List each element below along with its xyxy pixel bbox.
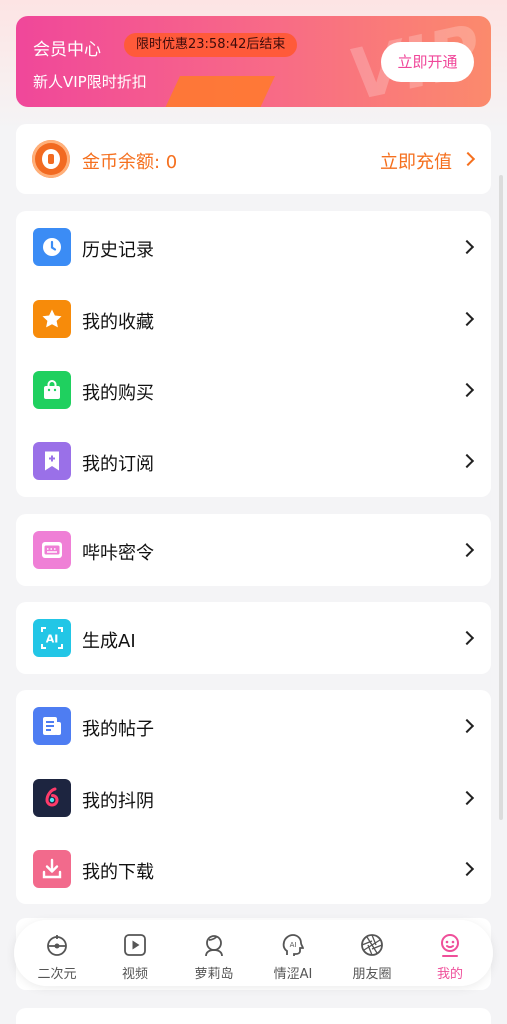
chevron-right-icon <box>459 453 475 469</box>
chevron-right-icon <box>459 861 475 877</box>
menu-item-secret-code[interactable]: 哔咔密令 <box>16 514 491 586</box>
menu-item-purchases[interactable]: 我的购买 <box>16 354 491 426</box>
recharge-link[interactable]: 立即充值 <box>380 148 452 174</box>
video-icon <box>124 934 146 956</box>
ai-icon: AI <box>33 619 71 657</box>
chevron-right-icon <box>459 382 475 398</box>
banner-decoration <box>152 76 275 107</box>
menu-item-history[interactable]: 历史记录 <box>16 211 491 283</box>
shopping-bag-icon <box>33 371 71 409</box>
bookmark-icon <box>33 442 71 480</box>
chevron-right-icon <box>459 311 475 327</box>
tab-label: 视频 <box>121 967 148 982</box>
menu-item-favorites[interactable]: 我的收藏 <box>16 283 491 355</box>
svg-text:AI: AI <box>290 941 297 949</box>
menu-item-label: 我的帖子 <box>82 719 154 740</box>
svg-text:AI: AI <box>46 633 59 646</box>
scrollbar[interactable] <box>499 175 503 820</box>
menu-item-label: 我的收藏 <box>82 312 154 333</box>
chevron-right-icon <box>459 630 475 646</box>
menu-group-library: 历史记录 我的收藏 我的购买 我的订阅 <box>16 211 491 497</box>
menu-item-label: 我的下载 <box>82 862 154 883</box>
vip-subtitle: 新人VIP限时折扣 <box>33 73 147 91</box>
menu-item-label: 哔咔密令 <box>82 543 154 564</box>
bottom-tab-bar: 二次元 视频 萝莉岛 AI 情涩AI 朋友圈 我的 <box>14 920 493 986</box>
keyboard-icon <box>33 531 71 569</box>
tiktok-icon <box>33 779 71 817</box>
vip-banner[interactable]: VIP 会员中心 限时优惠23:58:42后结束 新人VIP限时折扣 立即开通 <box>16 16 491 107</box>
menu-item-label: 我的抖阴 <box>82 791 154 812</box>
tab-label: 我的 <box>436 967 463 982</box>
menu-item-label: 生成AI <box>82 631 136 652</box>
history-icon <box>33 228 71 266</box>
coin-icon <box>32 140 70 178</box>
vip-title: 会员中心 <box>33 40 101 60</box>
star-icon <box>33 300 71 338</box>
tab-label: 二次元 <box>37 967 77 982</box>
chevron-right-icon <box>459 718 475 734</box>
menu-group-ai: AI 生成AI <box>16 602 491 674</box>
menu-item-generate-ai[interactable]: AI 生成AI <box>16 602 491 674</box>
profile-icon <box>441 934 459 957</box>
download-icon <box>33 850 71 888</box>
chevron-right-icon <box>460 151 476 167</box>
chevron-right-icon <box>459 239 475 255</box>
menu-item-label: 历史记录 <box>82 240 154 261</box>
tab-label: 朋友圈 <box>352 967 392 982</box>
tab-anime[interactable]: 二次元 <box>22 928 92 984</box>
chevron-right-icon <box>459 542 475 558</box>
menu-item-posts[interactable]: 我的帖子 <box>16 690 491 762</box>
tab-video[interactable]: 视频 <box>100 928 170 984</box>
menu-group-bottom-partial <box>16 1008 491 1024</box>
post-icon <box>33 707 71 745</box>
tab-mine[interactable]: 我的 <box>415 928 485 984</box>
menu-item-downloads[interactable]: 我的下载 <box>16 833 491 905</box>
girl-icon <box>205 935 223 957</box>
tab-label: 萝莉岛 <box>194 967 234 982</box>
vip-countdown-badge: 限时优惠23:58:42后结束 <box>124 33 298 57</box>
coin-balance-label: 金币余额: 0 <box>82 152 178 173</box>
tab-ai-chat[interactable]: AI 情涩AI <box>258 928 328 984</box>
menu-item-label: 我的订阅 <box>82 454 154 475</box>
vip-open-button[interactable]: 立即开通 <box>381 42 474 82</box>
menu-item-subscriptions[interactable]: 我的订阅 <box>16 425 491 497</box>
anime-icon <box>47 935 67 956</box>
coin-balance-card[interactable]: 金币余额: 0 立即充值 <box>16 124 491 194</box>
menu-item-douyin[interactable]: 我的抖阴 <box>16 762 491 834</box>
tab-moments[interactable]: 朋友圈 <box>337 928 407 984</box>
menu-group-code: 哔咔密令 <box>16 514 491 586</box>
aperture-icon <box>361 934 383 956</box>
menu-item-label: 我的购买 <box>82 383 154 404</box>
ai-head-icon: AI <box>282 934 304 956</box>
tab-loli-island[interactable]: 萝莉岛 <box>179 928 249 984</box>
tab-label: 情涩AI <box>273 967 313 982</box>
chevron-right-icon <box>459 790 475 806</box>
menu-group-content: 我的帖子 我的抖阴 我的下载 <box>16 690 491 904</box>
